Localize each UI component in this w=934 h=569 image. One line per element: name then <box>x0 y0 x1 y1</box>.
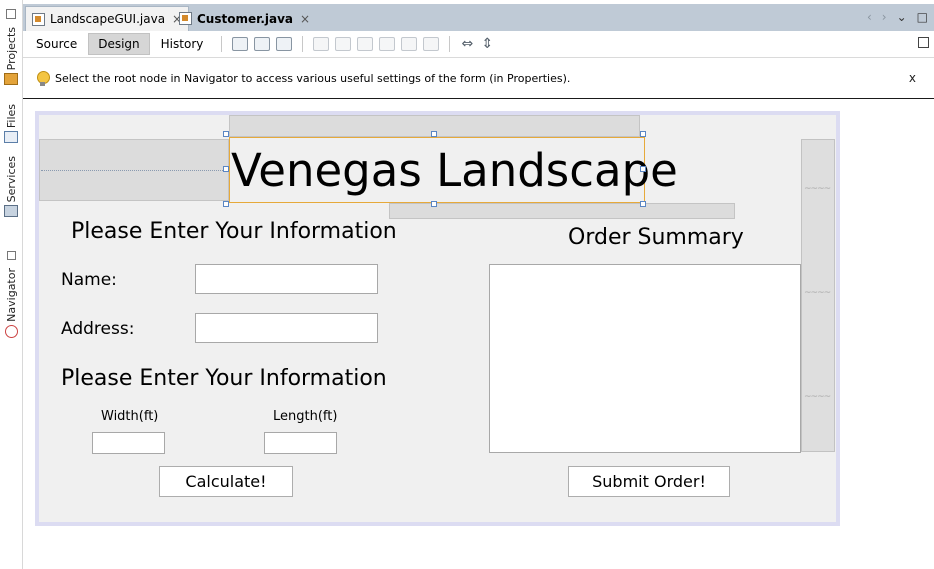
services-tab[interactable]: Services <box>1 156 21 218</box>
resize-handle[interactable] <box>223 201 229 207</box>
lightbulb-icon <box>37 70 50 86</box>
gap-marker: ~~~~ <box>804 288 831 298</box>
palette-icon[interactable] <box>918 37 929 48</box>
gap-marker: ~~~~ <box>804 392 831 402</box>
gap-marker: ~~~~ <box>804 184 831 194</box>
side-panel-strip: Projects Files Services Navigator <box>0 0 23 569</box>
close-hint-button[interactable]: x <box>909 71 916 85</box>
resize-handle[interactable] <box>223 131 229 137</box>
resize-vertical-icon[interactable]: ⇕ <box>480 37 494 51</box>
resize-horizontal-icon[interactable]: ⇔ <box>460 37 474 51</box>
editor-toolbar: Source Design History ⇔ ⇕ <box>23 31 934 58</box>
compass-icon <box>4 324 18 338</box>
calculate-button[interactable]: Calculate! <box>159 466 293 497</box>
navigator-tab[interactable]: Navigator <box>1 248 21 338</box>
resize-handle[interactable] <box>640 166 646 172</box>
files-icon <box>4 131 18 144</box>
hint-text: Select the root node in Navigator to acc… <box>55 71 571 85</box>
java-file-icon <box>32 12 45 26</box>
toolbar-separator <box>221 36 223 52</box>
resize-handle[interactable] <box>431 201 437 207</box>
alignment-guide-line <box>41 170 227 171</box>
width-label: Width(ft) <box>101 409 159 424</box>
navigator-tab-label: Navigator <box>4 268 18 322</box>
close-tab-icon[interactable]: × <box>300 12 310 26</box>
scroll-left-icon[interactable]: ‹ <box>867 10 872 24</box>
projects-tab-label: Projects <box>4 27 18 71</box>
info-heading: Please Enter Your Information <box>71 219 397 244</box>
tab-label: LandscapeGUI.java <box>50 12 166 26</box>
hint-bar: Select the root node in Navigator to acc… <box>23 58 934 99</box>
scroll-right-icon[interactable]: › <box>882 10 887 24</box>
projects-icon <box>4 73 18 86</box>
resize-handle[interactable] <box>640 131 646 137</box>
selection-mode-icon[interactable] <box>232 37 249 51</box>
name-label: Name: <box>61 270 117 290</box>
address-label: Address: <box>61 319 135 339</box>
address-field[interactable] <box>195 313 378 343</box>
java-file-icon <box>179 12 192 25</box>
layout-guide <box>389 203 735 219</box>
resize-handle[interactable] <box>223 166 229 172</box>
center-horizontally-icon[interactable] <box>357 37 374 51</box>
restore-icon[interactable] <box>6 251 16 260</box>
submit-order-button[interactable]: Submit Order! <box>568 466 730 497</box>
resize-handle[interactable] <box>640 201 646 207</box>
width-field[interactable] <box>92 432 165 454</box>
maximize-icon[interactable]: □ <box>917 10 928 24</box>
editor-tab-bar: LandscapeGUI.java × Customer.java × ‹ › … <box>23 4 934 31</box>
order-summary-textarea[interactable] <box>489 264 801 453</box>
tab-label: Customer.java <box>197 11 294 26</box>
align-top-icon[interactable] <box>379 37 396 51</box>
show-tabs-dropdown-icon[interactable]: ⌄ <box>897 10 907 24</box>
form-frame[interactable]: Venegas Landscape Please Enter Your Info… <box>35 111 840 526</box>
align-right-icon[interactable] <box>335 37 352 51</box>
resize-handle[interactable] <box>431 131 437 137</box>
connection-mode-icon[interactable] <box>254 37 271 51</box>
name-field[interactable] <box>195 264 378 294</box>
title-label[interactable]: Venegas Landscape <box>229 137 678 203</box>
tab-customer[interactable]: Customer.java × <box>173 6 316 31</box>
preview-design-icon[interactable] <box>276 37 293 51</box>
length-label: Length(ft) <box>273 409 338 424</box>
align-left-icon[interactable] <box>313 37 330 51</box>
minimize-icon[interactable] <box>6 9 16 19</box>
tab-navigation: ‹ › ⌄ □ <box>867 10 928 24</box>
toolbar-separator <box>302 36 304 52</box>
files-tab-label: Files <box>4 104 18 129</box>
services-tab-label: Services <box>4 156 18 203</box>
length-field[interactable] <box>264 432 337 454</box>
info-heading-secondary: Please Enter Your Information <box>61 366 387 391</box>
layout-guide-column: ~~~~ ~~~~ ~~~~ <box>801 139 835 452</box>
center-vertically-icon[interactable] <box>423 37 440 51</box>
tab-landscapegui[interactable]: LandscapeGUI.java × <box>25 6 190 31</box>
projects-tab[interactable]: Projects <box>1 6 21 86</box>
align-bottom-icon[interactable] <box>401 37 418 51</box>
design-mode-button[interactable]: Design <box>88 33 150 55</box>
files-tab[interactable]: Files <box>1 104 21 144</box>
services-icon <box>4 205 18 218</box>
toolbar-separator <box>449 36 451 52</box>
history-mode-button[interactable]: History <box>152 34 213 54</box>
source-mode-button[interactable]: Source <box>27 34 86 54</box>
design-canvas: Venegas Landscape Please Enter Your Info… <box>23 99 934 569</box>
order-summary-heading: Order Summary <box>568 225 744 250</box>
